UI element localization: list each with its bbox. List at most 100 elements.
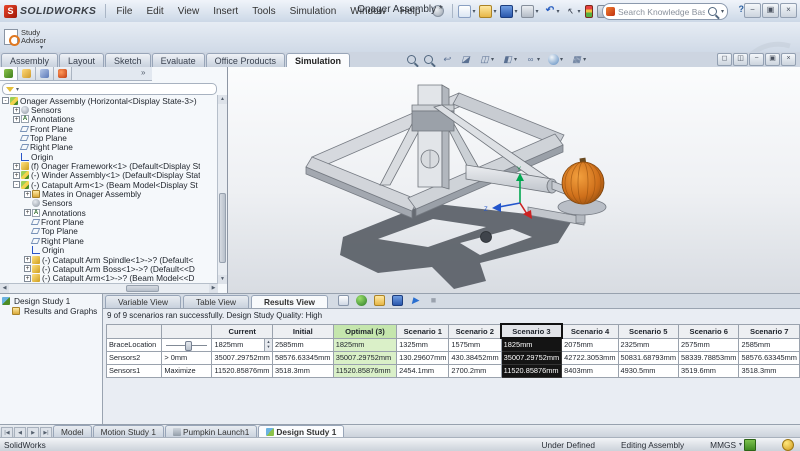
tab-table-view[interactable]: Table View	[183, 295, 249, 308]
cell-sensors2-scenario-4[interactable]: 42722.3053mm	[562, 351, 618, 364]
panel-tabs-overflow[interactable]: »	[141, 68, 145, 77]
search-icon[interactable]	[708, 7, 717, 16]
tree-item-origin[interactable]: Origin	[0, 246, 218, 255]
cell-bracelocation-scenario-5[interactable]: 2325mm	[618, 338, 678, 351]
cell-bracelocation-optimal-3[interactable]: 1825mm	[333, 338, 396, 351]
close-button[interactable]: ×	[780, 3, 797, 18]
tree-item-origin[interactable]: Origin	[0, 152, 218, 161]
cell-sensors1-initial[interactable]: 3518.3mm	[272, 364, 333, 377]
tab-sketch[interactable]: Sketch	[105, 53, 151, 67]
new-button[interactable]: ▾	[456, 4, 477, 19]
design-study-root[interactable]: Design Study 1	[0, 296, 102, 306]
col-header-scenario-4[interactable]: Scenario 4	[562, 324, 618, 338]
units-selector[interactable]: MMGS ▾	[710, 439, 756, 451]
feature-tree-filter[interactable]: ▾	[2, 83, 217, 95]
tab-variable-view[interactable]: Variable View	[105, 295, 181, 308]
run-study-button[interactable]	[408, 294, 423, 307]
tree-item-annotations[interactable]: +Annotations	[0, 115, 218, 124]
expand-icon[interactable]: +	[24, 256, 31, 263]
3d-model-canvas[interactable]: Y Z	[228, 67, 800, 294]
tree-item-sensors[interactable]: Sensors	[0, 199, 218, 208]
dropdown-caret-icon[interactable]: ▾	[557, 8, 560, 15]
cell-bracelocation-scenario-6[interactable]: 2575mm	[678, 338, 738, 351]
row-label-sensors1[interactable]: Sensors1	[107, 364, 162, 377]
dimxpertmanager-tab[interactable]	[54, 67, 72, 80]
row-constraint[interactable]: Maximize	[162, 364, 212, 377]
col-header-initial[interactable]: Initial	[272, 324, 333, 338]
edit-appearance-button[interactable]: ▾	[546, 53, 565, 66]
apply-scene-button[interactable]: ▾	[569, 53, 588, 66]
col-header-scenario-3[interactable]: Scenario 3	[501, 324, 561, 338]
dropdown-caret-icon[interactable]: ▾	[514, 8, 517, 15]
cell-bracelocation-current[interactable]: 1825mm▲▼	[212, 338, 272, 351]
help-status-icon[interactable]	[782, 439, 794, 451]
expand-icon[interactable]: +	[24, 209, 31, 216]
tree-item-catapult-arm-spindle-1[interactable]: +(-) Catapult Arm Spindle<1>->? (Default…	[0, 255, 218, 264]
cell-sensors2-initial[interactable]: 58576.63345mm	[272, 351, 333, 364]
collapse-icon[interactable]: -	[13, 181, 20, 188]
cell-sensors1-scenario-7[interactable]: 3518.3mm	[739, 364, 800, 377]
minimize-button[interactable]: −	[744, 3, 761, 18]
cell-bracelocation-initial[interactable]: 2585mm	[272, 338, 333, 351]
cell-sensors2-current[interactable]: 35007.29752mm	[212, 351, 272, 364]
col-header-scenario-7[interactable]: Scenario 7	[739, 324, 800, 338]
collapse-icon[interactable]: -	[2, 97, 9, 104]
export-results-button[interactable]	[336, 294, 351, 307]
cell-bracelocation-scenario-4[interactable]: 2075mm	[562, 338, 618, 351]
dropdown-caret-icon[interactable]: ▾	[537, 56, 540, 63]
dropdown-caret-icon[interactable]: ▾	[560, 56, 563, 63]
open-button[interactable]: ▾	[477, 4, 498, 19]
menu-simulation[interactable]: Simulation	[283, 3, 344, 20]
row-constraint[interactable]: > 0mm	[162, 351, 212, 364]
cell-sensors2-scenario-3[interactable]: 35007.29752mm	[501, 351, 561, 364]
menu-insert[interactable]: Insert	[206, 3, 245, 20]
select-button[interactable]: ▾	[562, 4, 583, 19]
scroll-down-icon[interactable]: ▼	[218, 275, 227, 284]
results-and-graphs-item[interactable]: Results and Graphs	[0, 306, 102, 316]
tree-item-top-plane[interactable]: Top Plane	[0, 133, 218, 142]
previous-view-button[interactable]	[439, 53, 454, 66]
propertymanager-tab[interactable]	[18, 67, 36, 80]
row-label-sensors2[interactable]: Sensors2	[107, 351, 162, 364]
dropdown-caret-icon[interactable]: ▾	[493, 8, 496, 15]
scenario-results-table[interactable]: CurrentInitialOptimal (3)Scenario 1Scena…	[106, 323, 800, 378]
cell-sensors1-scenario-4[interactable]: 8403mm	[562, 364, 618, 377]
study-advisor-caret-icon[interactable]: ▾	[40, 44, 43, 51]
cell-sensors1-scenario-2[interactable]: 2700.2mm	[449, 364, 501, 377]
expand-icon[interactable]: +	[13, 172, 20, 179]
dropdown-caret-icon[interactable]: ▾	[535, 8, 538, 15]
cell-sensors2-optimal-3[interactable]: 35007.29752mm	[333, 351, 396, 364]
col-header-scenario-2[interactable]: Scenario 2	[449, 324, 501, 338]
doc-new-window-button[interactable]: ◻	[717, 53, 732, 66]
tab-office-products[interactable]: Office Products	[206, 53, 285, 67]
cell-sensors1-scenario-6[interactable]: 3519.6mm	[678, 364, 738, 377]
frame-knob[interactable]	[481, 232, 492, 243]
menu-edit[interactable]: Edit	[139, 3, 170, 20]
col-header-current[interactable]: Current	[212, 324, 272, 338]
scrollbar-thumb[interactable]	[219, 193, 226, 263]
design-insight-button[interactable]	[354, 294, 369, 307]
zoom-area-button[interactable]	[422, 54, 435, 65]
cell-bracelocation-scenario-1[interactable]: 1325mm	[397, 338, 449, 351]
cell-sensors1-scenario-3[interactable]: 11520.85876mm	[501, 364, 561, 377]
featuremanager-tab[interactable]	[0, 67, 18, 80]
save-study-button[interactable]	[390, 294, 405, 307]
cell-sensors2-scenario-6[interactable]: 58339.78853mm	[678, 351, 738, 364]
menu-tools[interactable]: Tools	[245, 3, 282, 20]
scrollbar-thumb[interactable]	[126, 285, 159, 292]
col-header-scenario-6[interactable]: Scenario 6	[678, 324, 738, 338]
col-header-scenario-5[interactable]: Scenario 5	[618, 324, 678, 338]
tab-simulation[interactable]: Simulation	[286, 53, 350, 68]
tree-vertical-scrollbar[interactable]: ▲ ▼	[217, 95, 227, 284]
dropdown-caret-icon[interactable]: ▾	[583, 56, 586, 63]
tree-item-catapult-arm-1-beam-mo[interactable]: -(-) Catapult Arm<1> (Beam Model<Display…	[0, 180, 218, 189]
expand-icon[interactable]: +	[13, 107, 20, 114]
dropdown-caret-icon[interactable]: ▾	[514, 56, 517, 63]
section-view-button[interactable]	[458, 53, 473, 66]
tree-item-catapult-arm-boss-1[interactable]: +(-) Catapult Arm Boss<1>->? (Default<<D	[0, 264, 218, 273]
cell-sensors1-optimal-3[interactable]: 11520.85876mm	[333, 364, 396, 377]
tree-horizontal-scrollbar[interactable]: ◀ ▶	[0, 283, 218, 293]
restore-button[interactable]: ▣	[762, 3, 779, 18]
render-lights-button[interactable]	[583, 4, 595, 19]
pumpkin-model[interactable]	[562, 158, 604, 204]
